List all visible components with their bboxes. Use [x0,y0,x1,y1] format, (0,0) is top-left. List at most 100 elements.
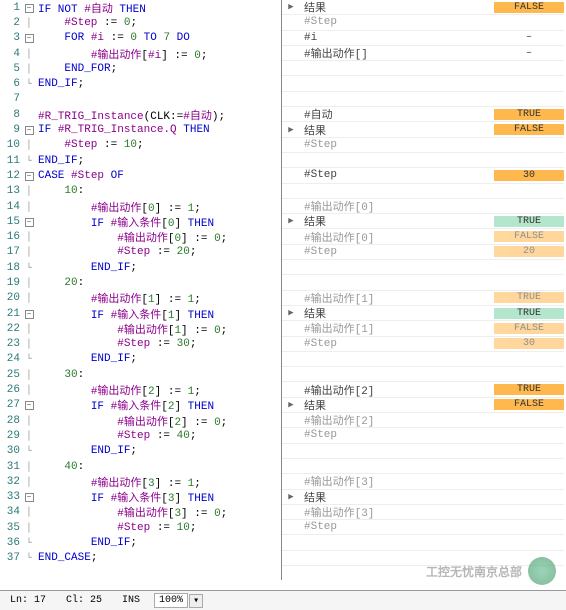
code-line[interactable]: 13│ 10: [0,184,281,199]
code-line[interactable]: 7 [0,92,281,107]
code-line[interactable]: 6└END_IF; [0,76,281,91]
code-line[interactable]: 9−IF #R_TRIG_Instance.Q THEN [0,122,281,137]
code-line[interactable]: 30└ END_IF; [0,444,281,459]
code-line[interactable]: 31│ 40: [0,459,281,474]
code-line[interactable]: 27− IF #输入条件[2] THEN [0,398,281,413]
watch-row[interactable]: #输出动作[]– [282,46,564,61]
watch-row[interactable]: #Step30 [282,337,564,352]
fold-minus-icon[interactable]: − [25,34,34,43]
fold-minus-icon[interactable]: − [25,126,34,135]
fold-minus-icon[interactable]: − [25,310,34,319]
code-line[interactable]: 17│ #Step := 20; [0,245,281,260]
watch-row[interactable]: #自动TRUE [282,107,564,122]
watch-row[interactable]: ▶结果FALSE [282,398,564,413]
watch-row[interactable] [282,367,564,382]
fold-gutter[interactable]: − [22,217,36,227]
watch-row[interactable]: #i– [282,31,564,46]
watch-row[interactable] [282,184,564,199]
code-line[interactable]: 11└END_IF; [0,153,281,168]
zoom-select[interactable]: 100% [154,593,188,608]
fold-gutter[interactable]: − [22,125,36,135]
code-line[interactable]: 10│ #Step := 10; [0,138,281,153]
watch-row[interactable]: #输出动作[2]TRUE [282,382,564,397]
code-line[interactable]: 24└ END_IF; [0,352,281,367]
watch-row[interactable]: ▶结果TRUE [282,214,564,229]
watch-panel[interactable]: ▶结果FALSE#Step#i–#输出动作[]–#自动TRUE▶结果FALSE#… [282,0,564,580]
code-line[interactable]: 25│ 30: [0,367,281,382]
code-line[interactable]: 1−IF NOT #自动 THEN [0,0,281,15]
code-line[interactable]: 2│ #Step := 0; [0,15,281,30]
expand-arrow-icon[interactable]: ▶ [282,216,300,226]
watch-row[interactable] [282,459,564,474]
code-line[interactable]: 37└END_CASE; [0,551,281,566]
watch-row[interactable] [282,352,564,367]
code-line[interactable]: 15− IF #输入条件[0] THEN [0,214,281,229]
fold-gutter[interactable]: − [22,33,36,43]
code-line[interactable]: 23│ #Step := 30; [0,337,281,352]
watch-row[interactable] [282,260,564,275]
watch-row[interactable]: #Step [282,138,564,153]
watch-row[interactable]: ▶结果FALSE [282,0,564,15]
expand-arrow-icon[interactable]: ▶ [282,400,300,410]
expand-arrow-icon[interactable]: ▶ [282,2,300,12]
watch-row[interactable]: #输出动作[3] [282,505,564,520]
watch-row[interactable]: ▶结果TRUE [282,306,564,321]
watch-row[interactable]: #输出动作[0]FALSE [282,229,564,244]
watch-row[interactable]: #输出动作[1]TRUE [282,291,564,306]
code-line[interactable]: 35│ #Step := 10; [0,520,281,535]
code-line[interactable]: 33− IF #输入条件[3] THEN [0,490,281,505]
watch-row[interactable] [282,153,564,168]
code-line[interactable]: 20│ #输出动作[1] := 1; [0,291,281,306]
watch-row[interactable]: #Step20 [282,245,564,260]
code-line[interactable]: 18└ END_IF; [0,260,281,275]
fold-gutter[interactable]: − [22,171,36,181]
watch-row[interactable] [282,92,564,107]
code-line[interactable]: 28│ #输出动作[2] := 0; [0,413,281,428]
watch-row[interactable]: ▶结果FALSE [282,122,564,137]
code-line[interactable]: 8#R_TRIG_Instance(CLK:=#自动); [0,107,281,122]
code-text: END_IF; [36,537,281,549]
fold-minus-icon[interactable]: − [25,401,34,410]
code-line[interactable]: 5│ END_FOR; [0,61,281,76]
fold-gutter[interactable]: − [22,3,36,13]
zoom-dropdown-icon[interactable]: ▾ [189,594,203,608]
fold-gutter[interactable]: − [22,492,36,502]
watch-row[interactable]: #输出动作[2] [282,413,564,428]
code-line[interactable]: 36└ END_IF; [0,535,281,550]
fold-gutter[interactable]: − [22,400,36,410]
watch-row[interactable]: #输出动作[3] [282,474,564,489]
code-line[interactable]: 22│ #输出动作[1] := 0; [0,321,281,336]
code-line[interactable]: 12−CASE #Step OF [0,168,281,183]
watch-row[interactable]: #Step30 [282,168,564,183]
watch-row[interactable]: ▶结果 [282,490,564,505]
code-line[interactable]: 4│ #输出动作[#i] := 0; [0,46,281,61]
watch-row[interactable] [282,275,564,290]
watch-row[interactable]: #Step [282,428,564,443]
watch-row[interactable] [282,444,564,459]
fold-minus-icon[interactable]: − [25,172,34,181]
watch-row[interactable]: #输出动作[0] [282,199,564,214]
expand-arrow-icon[interactable]: ▶ [282,308,300,318]
code-line[interactable]: 3− FOR #i := 0 TO 7 DO [0,31,281,46]
code-line[interactable]: 34│ #输出动作[3] := 0; [0,505,281,520]
fold-gutter[interactable]: − [22,309,36,319]
fold-minus-icon[interactable]: − [25,218,34,227]
code-line[interactable]: 29│ #Step := 40; [0,428,281,443]
expand-arrow-icon[interactable]: ▶ [282,125,300,135]
code-line[interactable]: 32│ #输出动作[3] := 1; [0,474,281,489]
code-line[interactable]: 16│ #输出动作[0] := 0; [0,229,281,244]
watch-row[interactable] [282,61,564,76]
expand-arrow-icon[interactable]: ▶ [282,492,300,502]
watch-row[interactable] [282,535,564,550]
code-line[interactable]: 14│ #输出动作[0] := 1; [0,199,281,214]
code-line[interactable]: 19│ 20: [0,275,281,290]
watch-row[interactable]: #输出动作[1]FALSE [282,321,564,336]
watch-row[interactable] [282,76,564,91]
watch-row[interactable]: #Step [282,520,564,535]
code-line[interactable]: 26│ #输出动作[2] := 1; [0,382,281,397]
fold-minus-icon[interactable]: − [25,493,34,502]
fold-minus-icon[interactable]: − [25,4,34,13]
code-panel[interactable]: 1−IF NOT #自动 THEN2│ #Step := 0;3− FOR #i… [0,0,282,580]
watch-row[interactable]: #Step [282,15,564,30]
code-line[interactable]: 21− IF #输入条件[1] THEN [0,306,281,321]
